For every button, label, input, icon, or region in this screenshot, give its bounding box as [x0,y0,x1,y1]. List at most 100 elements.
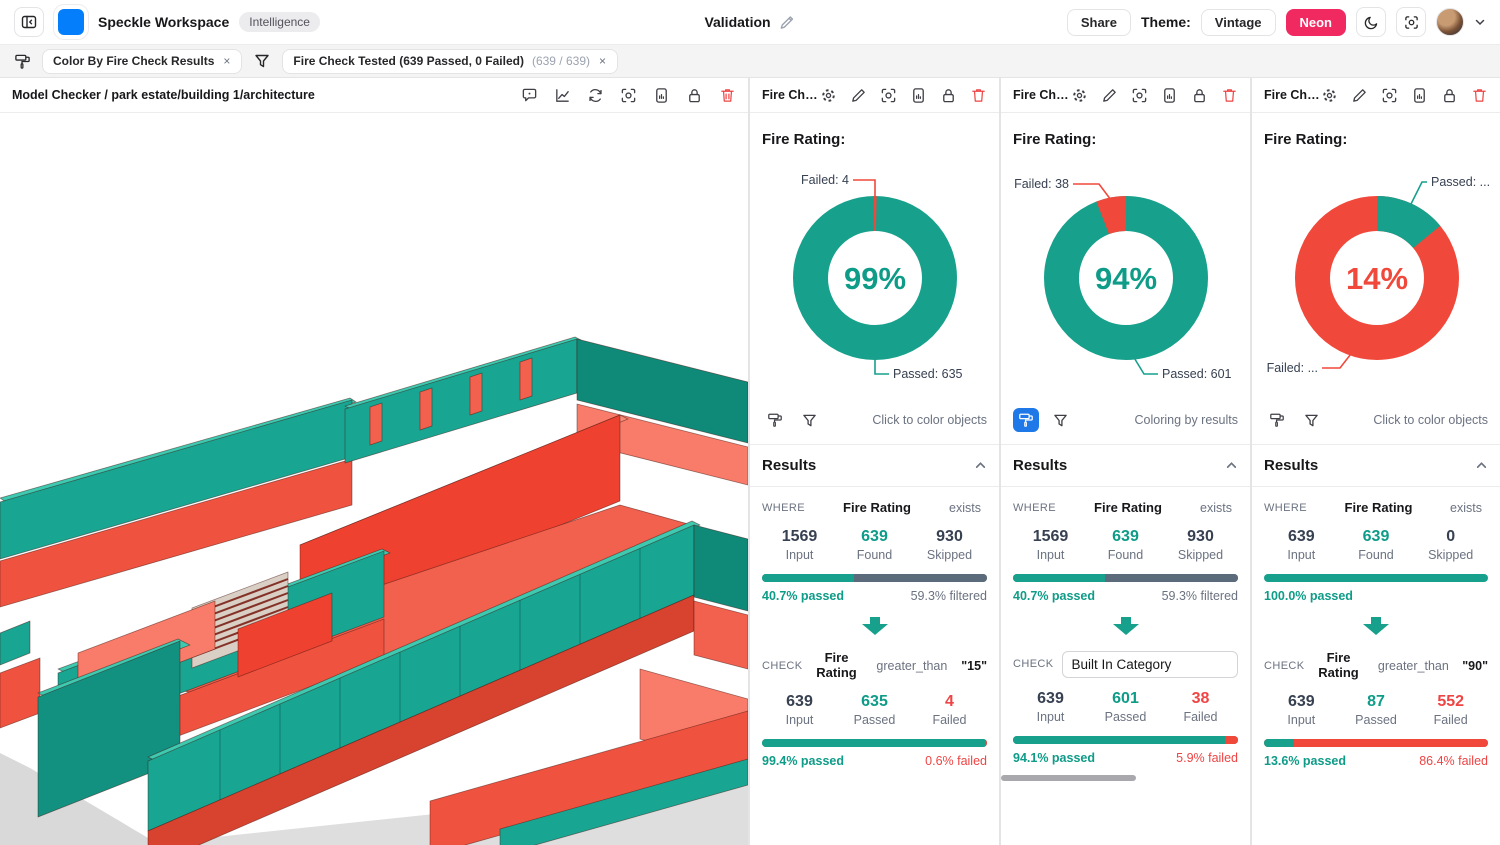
flow-arrow [762,613,987,637]
where-skipped-label: Skipped [1413,548,1488,562]
focus-icon[interactable] [1381,87,1398,104]
where-skipped-value: 930 [1163,528,1238,546]
share-button[interactable]: Share [1067,9,1131,36]
sync-icon[interactable] [587,87,604,104]
check-progress-bar [1264,739,1488,747]
isolate-objects-button[interactable] [796,408,822,432]
donut-chart[interactable]: Failed: 38 Passed: 601 94% [1013,150,1239,398]
chevron-up-icon [974,459,987,472]
color-filter-button[interactable] [10,49,34,73]
report-icon[interactable] [1411,87,1428,104]
close-icon[interactable]: × [222,54,231,68]
results-section-toggle[interactable]: Results [762,445,987,486]
viewer-header: Model Checker / park estate/building 1/a… [0,78,748,113]
edit-icon[interactable] [850,87,867,104]
results-section-toggle[interactable]: Results [1013,445,1238,486]
filter-tab-label: Color By Fire Check Results [53,54,214,68]
donut-chart[interactable]: Passed: ... Failed: ... 14% [1264,150,1490,398]
where-progress-bar [1264,574,1488,582]
paint-roller-icon [1018,412,1034,428]
trash-icon[interactable] [970,87,987,104]
trash-icon[interactable] [719,87,736,104]
where-filtered-pct: 59.3% filtered [1162,589,1238,603]
check-category-select[interactable]: Built In Category [1062,651,1238,678]
viewer-pane: Model Checker / park estate/building 1/a… [0,78,748,845]
settings-icon[interactable] [1071,87,1088,104]
report-icon[interactable] [653,87,670,104]
sidebar-collapse-button[interactable] [14,7,44,37]
isolate-objects-button[interactable] [1298,408,1324,432]
isolate-objects-button[interactable] [1047,408,1073,432]
check-passed-label: Passed [1339,713,1414,727]
focus-icon[interactable] [620,87,637,104]
check-value: "90" [1462,659,1488,673]
results-section-toggle[interactable]: Results [1264,445,1488,486]
speckle-logo[interactable] [58,9,84,35]
check-failed-label: Failed [1413,713,1488,727]
where-passed-pct: 100.0% passed [1264,589,1353,603]
lock-icon[interactable] [940,87,957,104]
theme-neon-button[interactable]: Neon [1286,9,1347,36]
user-avatar[interactable] [1436,8,1464,36]
color-objects-button[interactable] [1264,408,1290,432]
where-found-value: 639 [1339,528,1414,546]
donut-failed-label: Failed: ... [1267,361,1318,375]
edit-title-icon[interactable] [779,14,796,31]
report-icon[interactable] [910,87,927,104]
funnel-icon [254,53,270,69]
where-progress-bar [1013,574,1238,582]
close-icon[interactable]: × [598,54,607,68]
funnel-icon [802,413,817,428]
check-panel-3: Fire Check... Fire Rating: Passed: ... F… [1252,78,1500,845]
focus-icon[interactable] [1131,87,1148,104]
where-skipped-label: Skipped [1163,548,1238,562]
chevron-down-icon[interactable] [1474,16,1486,28]
paint-roller-icon [767,412,783,428]
panel-title: Fire Check... [762,88,820,102]
settings-icon[interactable] [820,87,837,104]
check-passed-pct: 99.4% passed [762,754,844,768]
color-objects-button[interactable] [1013,408,1039,432]
where-filtered-pct: 59.3% filtered [911,589,987,603]
lock-icon[interactable] [1191,87,1208,104]
isolate-filter-button[interactable] [250,49,274,73]
edit-icon[interactable] [1101,87,1118,104]
viewer-3d-canvas[interactable] [0,113,748,845]
chevron-up-icon [1475,459,1488,472]
donut-passed-label: Passed: 635 [893,367,963,381]
color-objects-button[interactable] [762,408,788,432]
theme-vintage-button[interactable]: Vintage [1201,9,1276,36]
chart-icon[interactable] [554,87,571,104]
check-failed-pct: 86.4% failed [1419,754,1488,768]
check-failed-label: Failed [1163,710,1238,724]
paint-roller-icon [1269,412,1285,428]
filter-tab-color-by-fire-check[interactable]: Color By Fire Check Results × [42,49,242,74]
filter-tab-count: (639 / 639) [532,54,590,68]
results-label: Results [762,457,816,474]
focus-icon[interactable] [880,87,897,104]
lock-icon[interactable] [1441,87,1458,104]
check-property: Fire Rating [811,651,863,681]
funnel-icon [1304,413,1319,428]
dark-mode-button[interactable] [1356,7,1386,37]
edit-icon[interactable] [1351,87,1368,104]
trash-icon[interactable] [1221,87,1238,104]
check-passed-label: Passed [1088,710,1163,724]
report-icon[interactable] [1161,87,1178,104]
arrow-down-icon [1112,617,1140,635]
settings-icon[interactable] [1321,87,1338,104]
horizontal-scrollbar[interactable] [1001,775,1242,781]
donut-chart[interactable]: Failed: 4 Passed: 635 99% [762,150,988,398]
check-operator: greater_than [871,659,954,673]
check-panel-2: Fire Check... Fire Rating: Failed: 38 Pa… [1001,78,1250,845]
check-input-label: Input [1264,713,1339,727]
workspace-name: Speckle Workspace [98,14,229,30]
check-panel-1: Fire Check... Fire Rating: Failed: 4 Pas… [750,78,999,845]
focus-view-button[interactable] [1396,7,1426,37]
trash-icon[interactable] [1471,87,1488,104]
where-keyword: WHERE [1013,502,1056,514]
lock-icon[interactable] [686,87,703,104]
where-property: Fire Rating [813,501,941,516]
comment-icon[interactable] [521,87,538,104]
filter-tab-fire-check-tested[interactable]: Fire Check Tested (639 Passed, 0 Failed)… [282,49,618,74]
